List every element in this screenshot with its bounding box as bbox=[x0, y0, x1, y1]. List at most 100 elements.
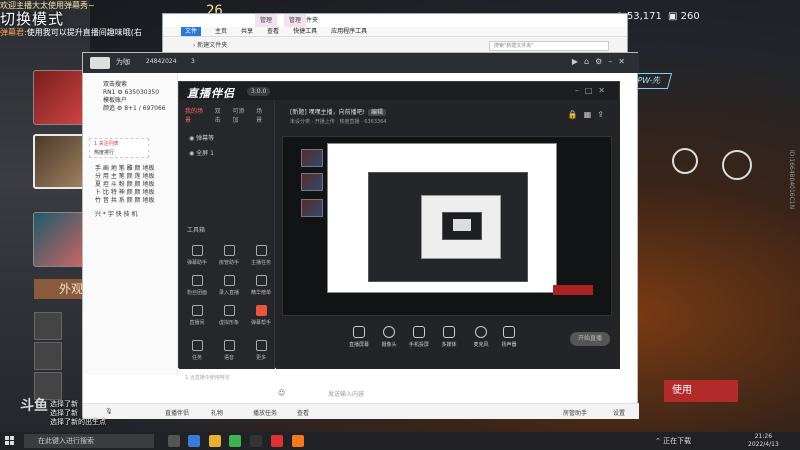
tray-status: ⌃ 正在下载 bbox=[655, 436, 691, 446]
version-badge: 3.0.0 bbox=[247, 87, 271, 96]
ribbon-file[interactable]: 文件 bbox=[181, 27, 202, 36]
maximize-icon[interactable]: □ bbox=[585, 86, 599, 95]
edit-title-button[interactable]: 编辑 bbox=[368, 109, 387, 116]
minimize-icon[interactable]: – bbox=[608, 57, 618, 66]
scene-tabs: 我的场景 双击 可添加 场景 bbox=[179, 100, 274, 130]
menu-item[interactable]: 1 关注列表 bbox=[90, 139, 148, 148]
live-title: [新题] 嘿嘿主播，向前播吧! 编辑 bbox=[290, 107, 387, 116]
log-line: 选择了新 bbox=[50, 400, 78, 408]
app-icon[interactable] bbox=[250, 435, 262, 447]
emoji-icon[interactable]: ☺ bbox=[278, 389, 285, 397]
footer-settings[interactable]: 设置 bbox=[613, 408, 625, 417]
footer-item[interactable]: 礼物 bbox=[211, 408, 223, 417]
scene-item[interactable]: ◉ 弹幕等 bbox=[179, 130, 274, 145]
source-controls: 直播屏幕 摄像头 手机投屏 多媒体 麦克风 扬声器 开始直播 bbox=[276, 324, 620, 364]
scene-item[interactable]: ◉ 全屏 1 bbox=[179, 145, 274, 160]
panel-row[interactable]: RN1 ⚙ 635030350 bbox=[83, 89, 177, 97]
source-speaker[interactable]: 扬声器 bbox=[492, 326, 526, 348]
avatar-icon bbox=[223, 305, 235, 316]
chat-input[interactable]: 发送输入内容 bbox=[328, 389, 364, 398]
explorer-search-input[interactable]: 搜索"新建文件夹" bbox=[489, 41, 609, 51]
client-logo bbox=[90, 57, 110, 69]
danmu-bot-name: 弹幕君: bbox=[0, 28, 27, 37]
avatar[interactable] bbox=[34, 342, 62, 370]
tool-voice[interactable]: 语音 bbox=[213, 340, 245, 361]
windows-start-icon[interactable] bbox=[5, 436, 15, 446]
footer-mic-icon[interactable]: 🎙 bbox=[105, 408, 113, 415]
taskbar: 在此键入进行搜索 ⌃ 正在下载 21:26 2022/4/13 bbox=[0, 432, 800, 450]
folder-icon[interactable] bbox=[209, 435, 221, 447]
context-menu: 1 关注列表 热度排行 bbox=[89, 138, 149, 158]
rank-row: 手 画 地 笔 雕 颜 地板 bbox=[95, 165, 155, 172]
hero-card[interactable] bbox=[33, 212, 85, 267]
gear-icon[interactable]: ⚙ bbox=[595, 57, 608, 66]
ribbon-quick-tools[interactable]: 快捷工具 bbox=[293, 27, 317, 36]
tool-more[interactable]: 更多 bbox=[245, 340, 277, 361]
browser-icon[interactable] bbox=[188, 435, 200, 447]
live-app-icon[interactable] bbox=[271, 435, 283, 447]
tool-avatar[interactable]: 虚拟形象 bbox=[213, 305, 245, 326]
tray-arrow-icon[interactable]: ⌃ bbox=[655, 437, 663, 445]
task-view-icon[interactable] bbox=[168, 435, 180, 447]
layout-icon[interactable]: ▦ bbox=[584, 110, 598, 119]
menu-item[interactable]: 热度排行 bbox=[90, 148, 148, 157]
share-icon[interactable]: ⇪ bbox=[597, 110, 610, 119]
panel-row[interactable]: 模板账户 bbox=[83, 97, 177, 105]
tool-label: 弹幕帮手 bbox=[250, 320, 271, 326]
source-phone[interactable]: 手机投屏 bbox=[402, 326, 436, 348]
tab-scene[interactable]: 场景 bbox=[256, 106, 268, 124]
use-button[interactable]: 使用 bbox=[664, 380, 738, 402]
minimize-icon[interactable]: – bbox=[575, 86, 585, 95]
close-icon[interactable]: ✕ bbox=[598, 86, 611, 95]
skill-icon[interactable] bbox=[722, 150, 752, 180]
hero-card-selected[interactable] bbox=[33, 134, 85, 189]
tool-task2[interactable]: 任务 bbox=[181, 340, 213, 361]
hero-card[interactable] bbox=[33, 70, 85, 125]
home-icon[interactable]: ⌂ bbox=[584, 57, 595, 66]
tool-record[interactable]: 录入直播 bbox=[213, 275, 245, 296]
close-icon[interactable]: ✕ bbox=[618, 57, 631, 66]
nested-preview bbox=[421, 195, 501, 259]
source-screen[interactable]: 直播屏幕 bbox=[342, 326, 376, 348]
tab-my-scenes[interactable]: 我的场景 bbox=[185, 106, 209, 124]
ribbon-app-tools[interactable]: 应用程序工具 bbox=[331, 27, 367, 36]
panel-row[interactable]: 双击搜索 bbox=[83, 81, 177, 89]
tab-addable[interactable]: 可添加 bbox=[232, 106, 250, 124]
taskbar-search-input[interactable]: 在此键入进行搜索 bbox=[24, 434, 154, 448]
tool-admin[interactable]: 房管助手 bbox=[213, 245, 245, 266]
footer-item[interactable]: 房管助手 bbox=[563, 408, 587, 417]
ribbon-home[interactable]: 主页 bbox=[215, 27, 227, 36]
preview-area: [新题] 嘿嘿主播，向前播吧! 编辑 未设分类 · 开播上传 · 热度直播 · 6… bbox=[276, 100, 620, 369]
tool-danmu[interactable]: 弹幕助手 bbox=[181, 245, 213, 266]
source-camera[interactable]: 摄像头 bbox=[372, 326, 406, 348]
preview-tools[interactable]: 🔒▦⇪ bbox=[568, 110, 610, 119]
wechat-icon[interactable] bbox=[229, 435, 241, 447]
panel-row[interactable]: 颜追 ⚙ 8+1 / 697066 bbox=[83, 105, 177, 113]
tool-label: 录入直播 bbox=[218, 290, 239, 296]
ribbon-share[interactable]: 共享 bbox=[241, 27, 253, 36]
tool-danmu-helper[interactable]: 弹幕帮手 bbox=[245, 305, 277, 326]
ribbon-view[interactable]: 查看 bbox=[267, 27, 279, 36]
footer-item[interactable]: 直播伴侣 bbox=[165, 408, 189, 417]
client-window-controls[interactable]: ▶⌂⚙–✕ bbox=[572, 57, 631, 66]
tool-room[interactable]: 直播间 bbox=[181, 305, 213, 326]
tool-highlight[interactable]: 精华榜单 bbox=[245, 275, 277, 296]
tool-task[interactable]: 主播任务 bbox=[245, 245, 277, 266]
footer-item[interactable]: 播放任务 bbox=[253, 408, 277, 417]
explorer-manage-tab[interactable]: 管理 bbox=[255, 14, 278, 27]
footer-item[interactable]: 查看 bbox=[297, 408, 309, 417]
avatar[interactable] bbox=[34, 312, 62, 340]
douyu-app-icon[interactable] bbox=[292, 435, 304, 447]
companion-window-controls[interactable]: –□✕ bbox=[575, 86, 611, 95]
tool-fans[interactable]: 粉丝团面 bbox=[181, 275, 213, 296]
taskbar-clock[interactable]: 21:26 2022/4/13 bbox=[748, 433, 779, 449]
skill-icon[interactable] bbox=[672, 148, 698, 174]
explorer-manage-tab[interactable]: 管理 bbox=[284, 14, 307, 27]
tab-double[interactable]: 双击 bbox=[215, 106, 227, 124]
play-icon[interactable]: ▶ bbox=[572, 57, 584, 66]
start-live-button[interactable]: 开始直播 bbox=[570, 332, 610, 346]
star-icon bbox=[255, 275, 267, 286]
lock-icon[interactable]: 🔒 bbox=[568, 110, 584, 119]
source-media[interactable]: 多媒体 bbox=[432, 326, 466, 348]
file-explorer-window: 新建文件夹 管理 管理 文件 主页 共享 查看 快捷工具 应用程序工具 › 新建… bbox=[162, 13, 628, 57]
